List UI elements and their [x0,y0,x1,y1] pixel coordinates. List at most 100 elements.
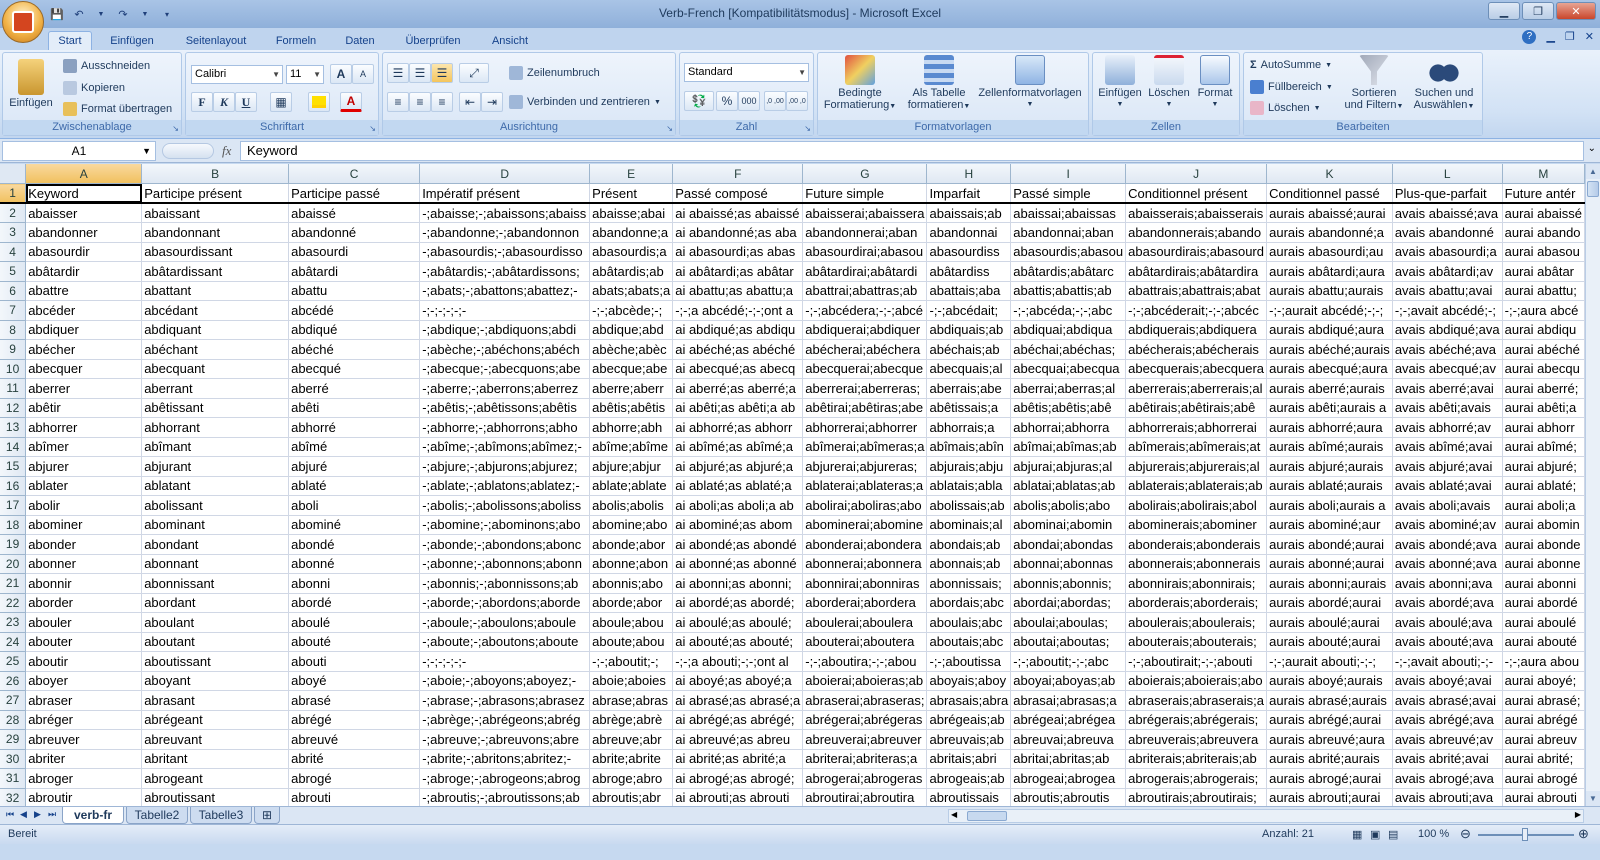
column-header[interactable]: M [1502,164,1585,184]
first-sheet-icon[interactable]: ⏮ [6,809,14,820]
cell[interactable]: -;abroge;-;abrogeons;abrog [419,768,591,789]
formula-input[interactable]: Keyword [240,141,1584,161]
cell[interactable]: avais abjuré;avai [1392,456,1503,477]
column-header[interactable]: H [926,164,1012,184]
cell[interactable]: ablate;ablate [589,476,674,496]
insert-sheet-button[interactable]: ⊞ [254,807,280,824]
cell[interactable]: aurai aboyé; [1502,671,1585,691]
cell[interactable]: abandonner [25,222,143,243]
cell[interactable]: abêti [288,398,421,418]
cell[interactable]: abouterais;abouterais; [1125,632,1268,652]
cell[interactable]: aurais abonni;aurais [1266,573,1393,594]
doc-close-icon[interactable]: ✕ [1585,30,1594,44]
bold-button[interactable]: F [191,92,213,112]
cell[interactable]: ablatai;ablatas;ab [1010,476,1127,496]
row-header[interactable]: 8 [0,320,27,340]
cell[interactable]: -;abrège;-;abrégeons;abrég [419,710,591,730]
cell[interactable]: aurais abandonné;a [1266,222,1393,243]
cell[interactable]: abroutirais;abroutirais; [1125,788,1268,806]
cell[interactable]: abouti [288,651,421,672]
cell[interactable]: abondais;ab [926,534,1012,555]
formula-bar-handle[interactable] [162,143,214,159]
cell[interactable]: abhorrer [25,417,143,438]
cell[interactable]: avais abattu;avai [1392,281,1503,301]
cell[interactable]: -;abrase;-;abrasons;abrasez [419,690,591,711]
cell[interactable]: abasourdis;abasou [1010,242,1127,262]
cell[interactable]: abecquant [141,359,290,379]
italic-button[interactable]: K [213,92,235,112]
cell[interactable]: abreuvant [141,729,290,750]
cell[interactable]: ai abrogé;as abrogé; [672,768,804,789]
cell[interactable]: abandonnerai;aban [802,222,928,243]
cell[interactable]: -;-;avait abouti;-;- [1392,651,1503,672]
cell[interactable]: abaissais;ab [926,203,1012,223]
cell[interactable]: Passé composé [672,183,804,204]
cell[interactable]: -;abâtardis;-;abâtardissons; [419,261,591,282]
cell[interactable]: abjurer [25,456,143,477]
cell[interactable]: abrouti [288,788,421,806]
cell[interactable]: abdique;abd [589,320,674,340]
help-icon[interactable]: ? [1522,30,1537,44]
cell[interactable]: abouté [288,632,421,652]
cell[interactable]: abrogeais;ab [926,768,1012,789]
cell[interactable]: abâtardirai;abâtardi [802,261,928,282]
cell[interactable]: avais abrogé;ava [1392,768,1503,789]
clear-button[interactable]: Löschen ▼ [1250,99,1321,117]
cell[interactable]: abhorrant [141,417,290,438]
cell[interactable]: abominerais;abominer [1125,515,1268,535]
cell[interactable]: aurai abonne [1502,554,1585,574]
cell[interactable]: abroutirai;abroutira [802,788,928,806]
cell[interactable]: aurais abattu;aurais [1266,281,1393,301]
align-middle-button[interactable]: ☰ [409,63,431,83]
cell[interactable]: aurais aboli;aurais a [1266,495,1393,516]
cell[interactable]: Impératif présent [419,183,591,204]
cell[interactable]: abroutissant [141,788,290,806]
find-select-button[interactable]: Suchen und Auswählen▼ [1408,55,1480,113]
cell[interactable]: Participe présent [141,183,290,204]
cell[interactable]: aboierai;aboieras;ab [802,671,928,691]
cell[interactable]: avais abéché;ava [1392,339,1503,360]
zoom-in-icon[interactable]: ⊕ [1578,826,1589,842]
cell[interactable]: abecqué [288,359,421,379]
cell[interactable]: abats;abats;a [589,281,674,301]
cell[interactable]: Imparfait [926,183,1012,204]
cell[interactable]: abasourdirais;abasourd [1125,242,1268,262]
cell[interactable]: abéché [288,339,421,360]
cell[interactable]: aborderais;aborderais; [1125,593,1268,613]
cell[interactable]: abonderais;abonderais [1125,534,1268,555]
cell[interactable]: aurais abrité;aurais [1266,749,1393,769]
cell[interactable]: abréger [25,710,143,730]
cell[interactable]: abonde;abor [589,534,674,555]
cell[interactable]: abattant [141,281,290,301]
cell[interactable]: aboulerai;aboulera [802,612,928,633]
cell[interactable]: aurai ablaté; [1502,476,1585,496]
cell[interactable]: abîmé [288,437,421,457]
cell[interactable]: abâtardiss [926,261,1012,282]
cell[interactable]: aurai abordé [1502,593,1585,613]
cell[interactable]: ai abouté;as abouté; [672,632,804,652]
prev-sheet-icon[interactable]: ◀ [20,809,27,820]
cell[interactable]: abecquerai;abecque [802,359,928,379]
cell[interactable]: abîmais;abîn [926,437,1012,457]
cell[interactable]: -;abats;-;abattons;abattez;- [419,281,591,301]
format-cells-button[interactable]: Format ▼ [1193,55,1237,111]
row-header[interactable]: 1 [0,183,27,204]
spreadsheet-grid[interactable]: ABCDEFGHIJKLM 1 Keyword Participe présent P… [0,164,1585,806]
cell[interactable]: -;abèche;-;abéchons;abéch [419,339,591,360]
cell[interactable]: abdiquerais;abdiquera [1125,320,1268,340]
cell[interactable]: abouterai;aboutera [802,632,928,652]
cell[interactable]: abasourdis;a [589,242,674,262]
cell[interactable]: abdiquant [141,320,290,340]
tab-daten[interactable]: Daten [336,31,384,50]
cell[interactable]: -;abreuve;-;abreuvons;abre [419,729,591,750]
cell[interactable]: abasourdiss [926,242,1012,262]
cell[interactable]: aurai abdiqu [1502,320,1585,340]
cell[interactable]: aboyé [288,671,421,691]
row-header[interactable]: 19 [0,534,27,555]
cell[interactable]: abjuré [288,456,421,477]
cell[interactable]: aboulant [141,612,290,633]
cell[interactable]: abattrais;abattrais;abat [1125,281,1268,301]
cell[interactable]: avais abêti;avais [1392,398,1503,418]
border-button[interactable]: ▦ [270,92,292,112]
cell[interactable]: aurais abasourdi;au [1266,242,1393,262]
